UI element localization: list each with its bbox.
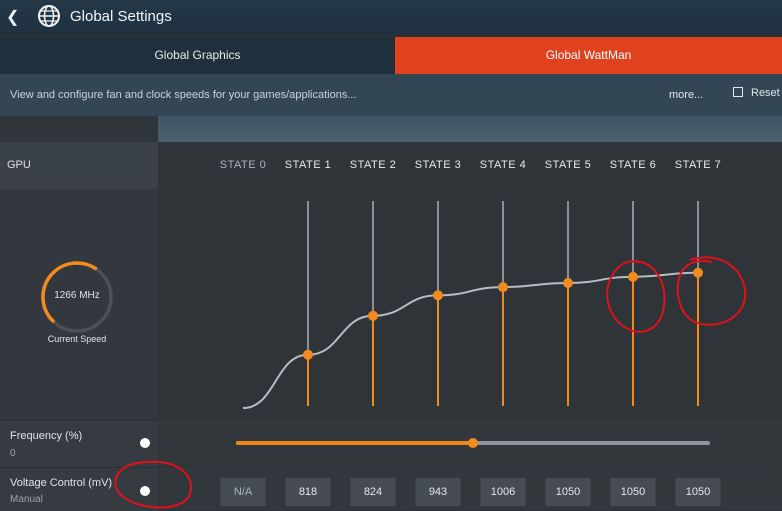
globe-icon: [38, 5, 60, 27]
state-point[interactable]: [693, 267, 703, 278]
state-label: STATE 2: [349, 159, 397, 171]
clock-state-curve: [242, 201, 703, 409]
frequency-label: Frequency (%): [10, 430, 83, 442]
state-label: STATE 3: [414, 159, 462, 171]
voltage-input-state-0[interactable]: N/A: [220, 478, 266, 506]
reset-label: Reset: [751, 87, 780, 99]
tab-bar: Global Graphics Global WattMan: [0, 37, 782, 74]
voltage-input-state-6[interactable]: 1050: [610, 478, 656, 506]
state-label: STATE 7: [674, 159, 722, 171]
frequency-row: [0, 420, 158, 467]
state-point[interactable]: [433, 290, 443, 301]
state-label: STATE 5: [544, 159, 592, 171]
reset-button[interactable]: Reset: [733, 87, 780, 99]
state-label: STATE 0: [219, 159, 267, 171]
voltage-input-state-3[interactable]: 943: [415, 478, 461, 506]
frequency-slider-fill: [236, 441, 473, 445]
voltage-input-state-5[interactable]: 1050: [545, 478, 591, 506]
state-label: STATE 1: [284, 159, 332, 171]
current-speed-value: 1266 MHz: [54, 290, 100, 301]
state-header: STATE 0 STATE 1 STATE 2 STATE 3 STATE 4 …: [158, 142, 782, 189]
frequency-value: 0: [10, 448, 16, 459]
side-band: [0, 116, 158, 142]
voltage-input-state-7[interactable]: 1050: [675, 478, 721, 506]
tab-global-wattman[interactable]: Global WattMan: [395, 37, 782, 74]
frequency-toggle[interactable]: [140, 438, 150, 448]
voltage-input-state-2[interactable]: 824: [350, 478, 396, 506]
state-label: STATE 6: [609, 159, 657, 171]
state-point[interactable]: [368, 310, 378, 321]
state-point[interactable]: [303, 349, 313, 360]
voltage-input-state-1[interactable]: 818: [285, 478, 331, 506]
back-chevron-icon[interactable]: ❮: [6, 7, 19, 27]
info-description: View and configure fan and clock speeds …: [10, 89, 357, 101]
page-title: Global Settings: [70, 8, 172, 25]
state-point[interactable]: [628, 271, 638, 282]
gpu-label: GPU: [7, 159, 31, 171]
voltage-label: Voltage Control (mV): [10, 477, 113, 489]
reset-icon: [733, 87, 743, 97]
state-point[interactable]: [498, 282, 508, 293]
tab-global-graphics[interactable]: Global Graphics: [0, 37, 395, 74]
state-point[interactable]: [563, 278, 573, 288]
title-bar: ❮ Global Settings: [0, 0, 782, 34]
info-bar: View and configure fan and clock speeds …: [0, 74, 782, 116]
more-link[interactable]: more...: [669, 89, 703, 101]
voltage-input-state-4[interactable]: 1006: [480, 478, 526, 506]
curve-line: [242, 271, 699, 409]
frequency-slider-thumb[interactable]: [468, 438, 478, 448]
state-label: STATE 4: [479, 159, 527, 171]
voltage-mode: Manual: [10, 494, 43, 505]
top-band: [158, 116, 782, 142]
current-speed-caption: Current Speed: [47, 334, 107, 344]
voltage-toggle[interactable]: [140, 486, 150, 496]
